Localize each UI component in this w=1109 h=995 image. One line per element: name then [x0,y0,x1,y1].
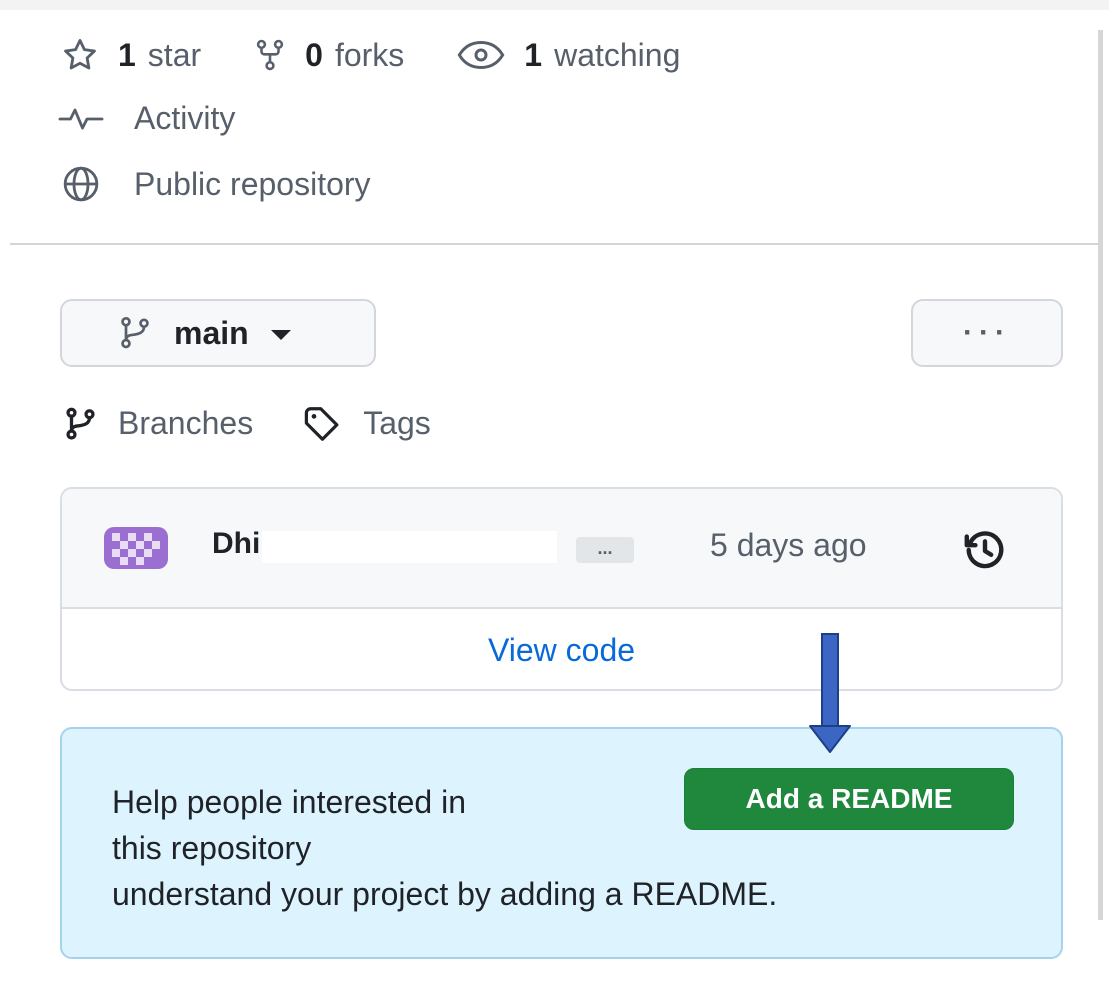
tag-icon [304,406,339,441]
readme-callout: Help people interested in this repositor… [60,727,1063,959]
readme-callout-text: Help people interested in this repositor… [112,779,777,917]
watchers-link[interactable]: 1 watching [456,36,680,74]
history-icon[interactable] [960,527,1010,573]
readme-callout-line-3: understand your project by adding a READ… [112,876,778,912]
latest-commit-box: Dhi ... 5 days ago View code [60,487,1063,691]
section-divider [10,243,1100,245]
visibility-info: Public repository [58,164,371,204]
star-icon [64,39,96,70]
forks-count: 0 [305,36,323,73]
activity-label: Activity [134,100,236,136]
top-edge [0,0,1109,10]
tags-label: Tags [363,405,431,441]
watching-label: watching [554,36,681,73]
readme-callout-line-2: this repository [112,830,312,866]
visibility-label: Public repository [134,165,371,202]
commit-time[interactable]: 5 days ago [710,527,867,564]
stars-count: 1 [118,36,136,73]
add-readme-button[interactable]: Add a README [684,768,1014,830]
current-branch-name: main [174,314,249,351]
chevron-down-icon [270,330,291,340]
forks-label: forks [334,36,405,73]
view-code-link[interactable]: View code [62,609,1061,689]
commit-author[interactable]: Dhi [212,527,260,561]
arrow-down-icon [809,633,851,753]
latest-commit-header: Dhi ... 5 days ago [62,489,1061,609]
more-options-button[interactable]: ··· [911,299,1063,367]
git-branch-icon [121,316,149,349]
stars-label: star [147,36,202,73]
fork-icon [256,39,284,71]
avatar[interactable] [104,527,168,569]
git-branch-icon [66,407,95,440]
repo-stats: 1 star 0 forks 1 watching [60,36,732,74]
refs-nav: Branches Tags [62,405,481,442]
watching-count: 1 [524,36,543,73]
repo-sidebar-page: 1 star 0 forks 1 watching Activity Publi… [0,0,1109,995]
pulse-icon [58,108,104,129]
activity-link[interactable]: Activity [58,100,235,137]
tags-link[interactable]: Tags [303,405,431,442]
branch-selector-button[interactable]: main [60,299,376,367]
commit-message-expander[interactable]: ... [576,537,634,563]
redaction-mark [262,531,557,563]
eye-icon [457,40,505,70]
branches-label: Branches [118,405,254,441]
globe-icon [63,166,99,202]
scrollbar[interactable] [1098,30,1103,920]
readme-callout-line-1: Help people interested in [112,784,467,820]
stars-link[interactable]: 1 star [60,36,201,74]
branches-link[interactable]: Branches [62,405,253,442]
forks-link[interactable]: 0 forks [253,36,404,74]
